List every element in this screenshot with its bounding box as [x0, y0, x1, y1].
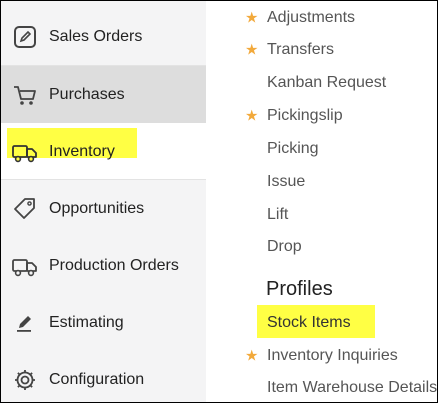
menu-item-label: Stock Items	[267, 314, 351, 331]
sidebar-item-configuration[interactable]: Configuration	[1, 351, 206, 402]
menu-item-stock-items[interactable]: Stock Items	[206, 309, 437, 337]
menu-item-inventory-inquiries[interactable]: ★ Inventory Inquiries	[206, 342, 437, 370]
sidebar-item-opportunities[interactable]: Opportunities	[1, 180, 206, 237]
sidebar-item-label: Production Orders	[49, 256, 179, 274]
sidebar-item-label: Purchases	[49, 85, 125, 103]
menu-item-label: Item Warehouse Details	[267, 379, 438, 396]
menu-item-label: Drop	[267, 238, 302, 255]
sidebar-item-purchases[interactable]: Purchases	[1, 66, 206, 123]
menu-item-label: Adjustments	[267, 9, 356, 26]
menu-item-drop[interactable]: Drop	[206, 233, 437, 261]
sidebar-item-label: Inventory	[49, 142, 115, 160]
menu-item-pickingslip[interactable]: ★ Pickingslip	[206, 102, 437, 130]
menu-item-transfers[interactable]: ★ Transfers	[206, 36, 437, 64]
window: Sales Orders Purchases Inventory Opportu…	[0, 0, 438, 403]
sidebar-item-inventory[interactable]: Inventory	[1, 123, 206, 180]
pencil-icon	[11, 309, 39, 337]
sidebar-item-label: Opportunities	[49, 199, 145, 217]
star-icon: ★	[245, 107, 259, 125]
menu-item-issue[interactable]: Issue	[206, 168, 437, 196]
menu-item-label: Transfers	[267, 41, 334, 58]
sidebar-item-estimating[interactable]: Estimating	[1, 294, 206, 351]
menu-item-picking[interactable]: Picking	[206, 135, 437, 163]
sidebar-item-label: Estimating	[49, 313, 124, 331]
sidebar-item-sales-orders[interactable]: Sales Orders	[1, 8, 206, 65]
menu-item-label: Picking	[267, 140, 319, 157]
edit-icon	[11, 23, 39, 51]
truck-icon	[11, 252, 39, 280]
submenu-panel: ★ Adjustments ★ Transfers Kanban Request…	[206, 1, 438, 402]
sidebar-item-production-orders[interactable]: Production Orders	[1, 237, 206, 294]
menu-item-label: Lift	[267, 206, 289, 223]
star-icon: ★	[245, 41, 259, 59]
menu-item-label: Kanban Request	[267, 74, 387, 91]
gear-icon	[11, 366, 39, 394]
truck-icon	[11, 138, 39, 166]
menu-item-item-warehouse-details[interactable]: Item Warehouse Details	[206, 374, 438, 402]
section-heading-profiles: Profiles	[266, 278, 333, 300]
cart-icon	[11, 81, 39, 109]
sidebar-item-label: Sales Orders	[49, 27, 143, 45]
menu-item-label: Inventory Inquiries	[267, 347, 398, 364]
star-icon: ★	[245, 9, 259, 27]
menu-item-kanban-request[interactable]: Kanban Request	[206, 69, 437, 97]
menu-item-adjustments[interactable]: ★ Adjustments	[206, 4, 437, 32]
sidebar: Sales Orders Purchases Inventory Opportu…	[1, 1, 206, 402]
menu-item-label: Issue	[267, 173, 306, 190]
star-icon: ★	[245, 347, 259, 365]
menu-item-lift[interactable]: Lift	[206, 201, 437, 229]
menu-item-label: Pickingslip	[267, 107, 343, 124]
tag-icon	[11, 195, 39, 223]
sidebar-item-label: Configuration	[49, 370, 145, 388]
